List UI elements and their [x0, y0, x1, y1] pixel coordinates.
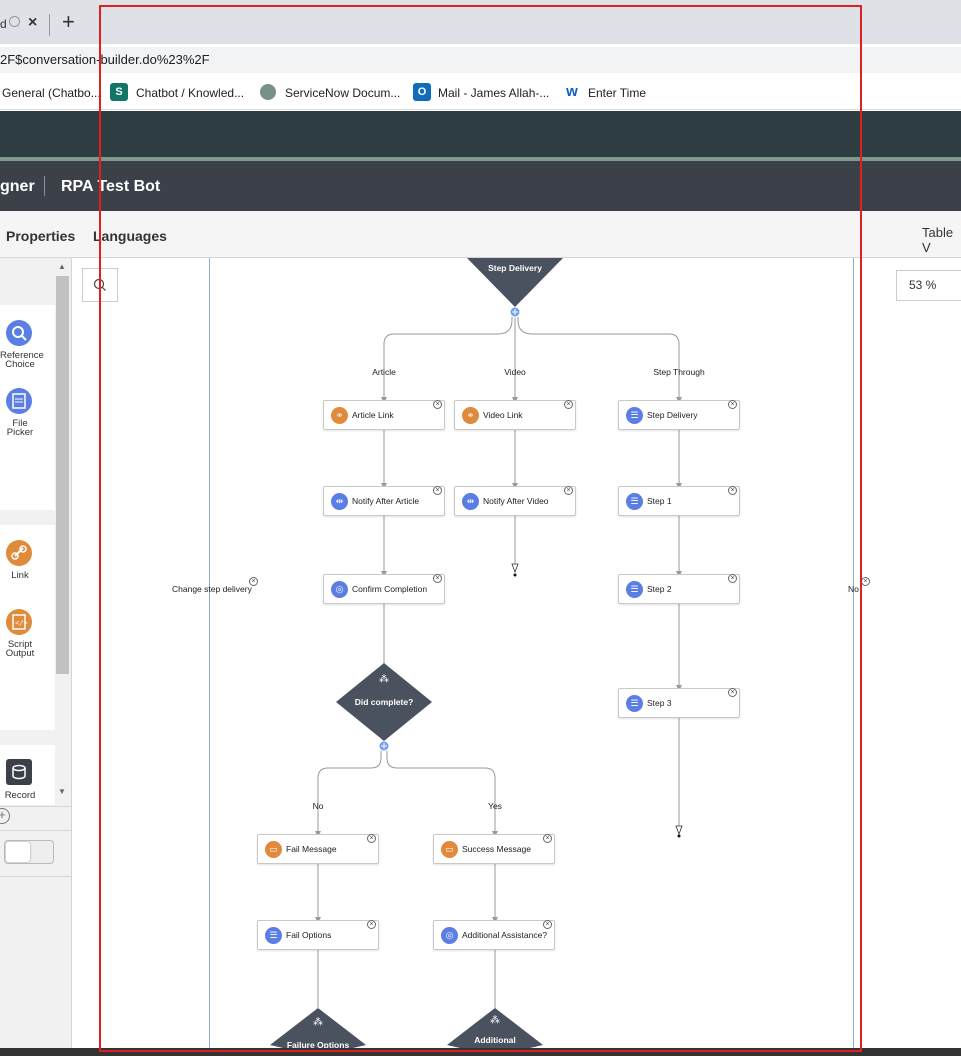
lane-close-icon-right[interactable]: ×	[861, 577, 870, 586]
highlight-box	[99, 5, 862, 1052]
